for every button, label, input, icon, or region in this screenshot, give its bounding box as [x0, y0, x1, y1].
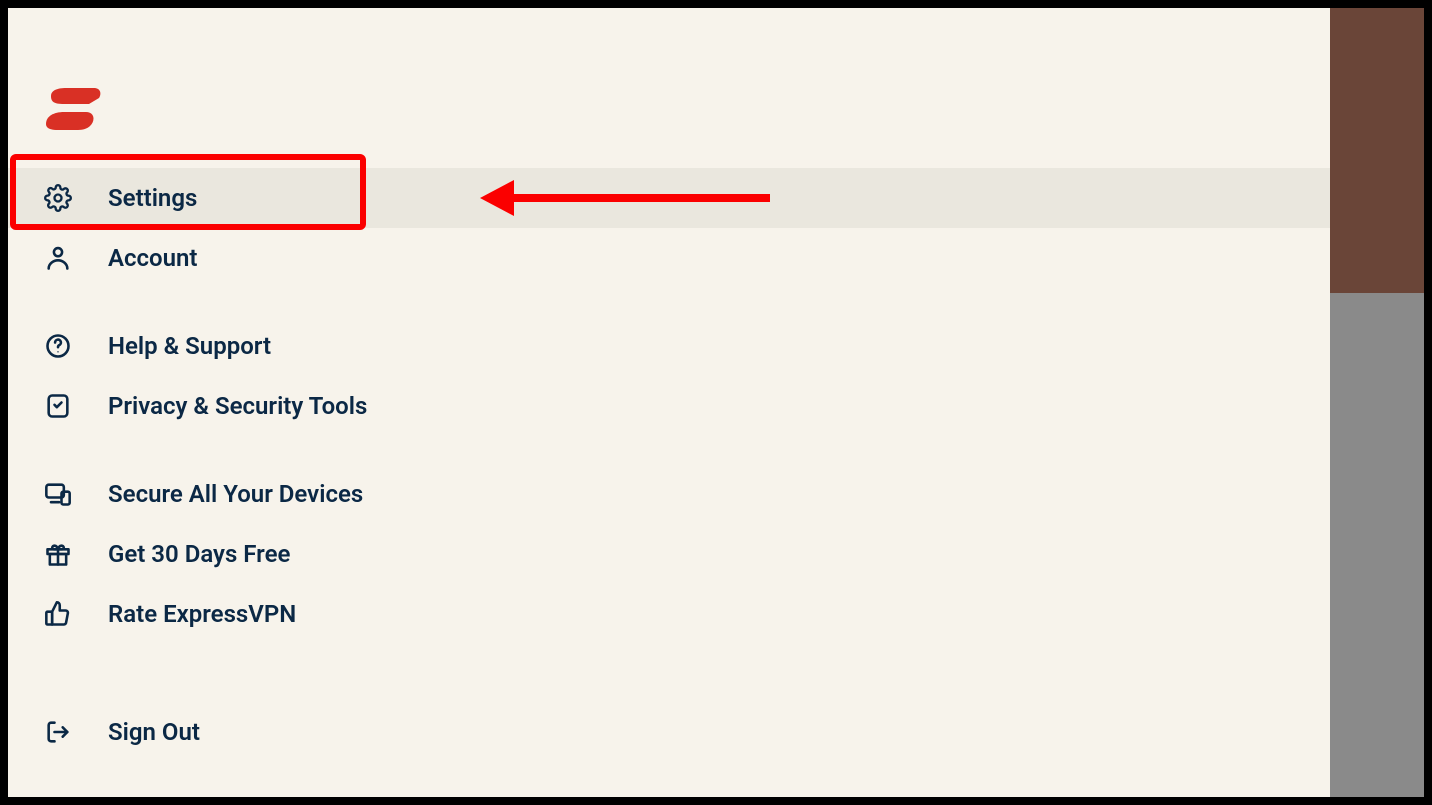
menu-group-signout: Sign Out — [8, 702, 1330, 762]
menu-group-1: Settings Account — [8, 168, 1330, 288]
menu-item-label: Settings — [108, 184, 197, 212]
thumbs-up-icon — [44, 600, 72, 628]
menu-item-privacy-tools[interactable]: Privacy & Security Tools — [8, 376, 1330, 436]
screenshot-frame: Settings Account — [0, 0, 1432, 805]
drawer-menu: Settings Account — [8, 168, 1330, 672]
menu-group-2: Help & Support Privacy & Security Tools — [8, 316, 1330, 436]
menu-item-label: Privacy & Security Tools — [108, 392, 367, 420]
menu-item-label: Account — [108, 244, 198, 272]
devices-icon — [44, 480, 72, 508]
menu-item-sign-out[interactable]: Sign Out — [8, 702, 1330, 762]
menu-item-account[interactable]: Account — [8, 228, 1330, 288]
menu-item-label: Rate ExpressVPN — [108, 600, 296, 628]
menu-group-3: Secure All Your Devices — [8, 464, 1330, 644]
menu-item-label: Get 30 Days Free — [108, 540, 290, 568]
gift-icon — [44, 540, 72, 568]
menu-item-label: Help & Support — [108, 332, 271, 360]
shield-check-icon — [44, 392, 72, 420]
help-circle-icon — [44, 332, 72, 360]
menu-item-get-days-free[interactable]: Get 30 Days Free — [8, 524, 1330, 584]
menu-item-label: Secure All Your Devices — [108, 480, 363, 508]
menu-item-settings[interactable]: Settings — [8, 168, 1330, 228]
menu-item-secure-devices[interactable]: Secure All Your Devices — [8, 464, 1330, 524]
expressvpn-logo — [44, 86, 104, 138]
side-drawer-panel: Settings Account — [8, 8, 1330, 797]
menu-item-label: Sign Out — [108, 718, 200, 746]
menu-item-rate[interactable]: Rate ExpressVPN — [8, 584, 1330, 644]
inner-frame: Settings Account — [8, 8, 1424, 797]
user-icon — [44, 244, 72, 272]
gear-icon — [44, 184, 72, 212]
sign-out-icon — [44, 718, 72, 746]
menu-item-help-support[interactable]: Help & Support — [8, 316, 1330, 376]
